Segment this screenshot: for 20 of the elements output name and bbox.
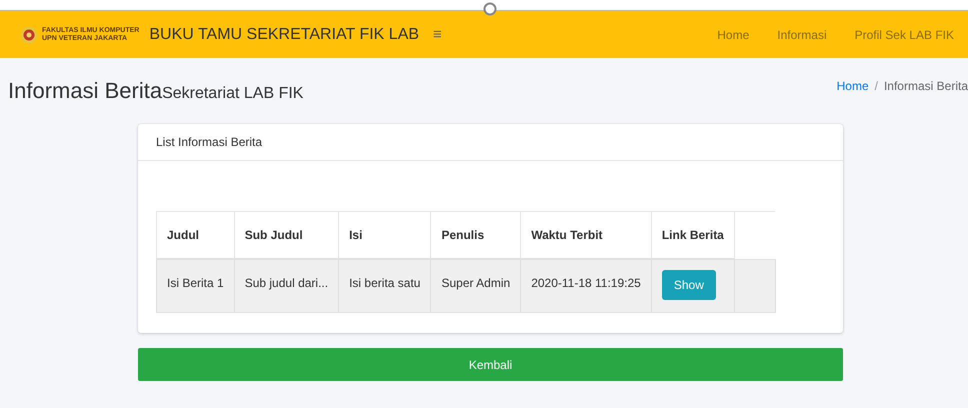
breadcrumb-current: Informasi Berita [884,79,968,93]
table-cell: Sub judul dari... [234,259,339,312]
table-cell: 2020-11-18 11:19:25 [520,259,652,312]
menu-icon[interactable]: ≡ [433,26,442,43]
breadcrumb-link[interactable]: Home [836,79,869,93]
table-cell: Isi berita satu [338,259,431,312]
page-title: Informasi Berita [8,78,162,104]
page-subtitle: Sekretariat LAB FIK [162,85,304,103]
breadcrumb-separator: / [874,79,878,93]
circle-handle-icon [483,2,497,16]
table-cell: Isi Berita 1 [156,259,234,312]
show-button[interactable]: Show [662,270,716,300]
nav-link[interactable]: Home [717,28,750,42]
nav-link[interactable]: Profil Sek LAB FIK [854,28,954,42]
table-cell: Super Admin [430,259,521,312]
emblem-icon [20,26,38,44]
back-button[interactable]: Kembali [138,348,843,381]
brand-link[interactable]: BUKU TAMU SEKRETARIAT FIK LAB [149,26,420,44]
nav-link[interactable]: Informasi [777,28,827,42]
card-title: List Informasi Berita [156,135,262,149]
